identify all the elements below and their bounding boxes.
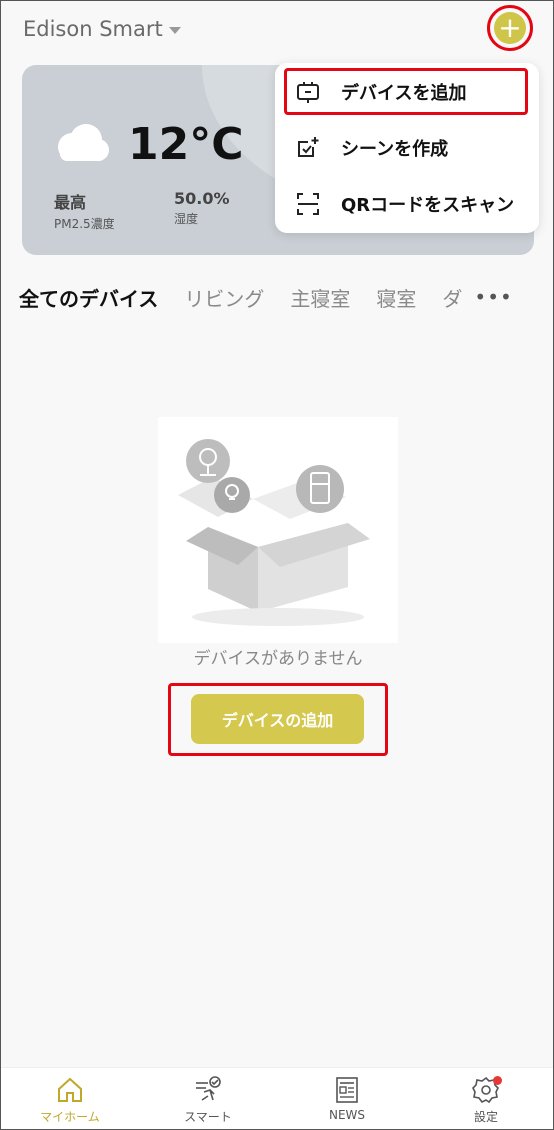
tab-master-bedroom[interactable]: 主寝室 [290, 283, 350, 312]
home-selector[interactable]: Edison Smart [23, 15, 181, 43]
cloud-icon [58, 124, 109, 161]
temperature: 12°C [128, 119, 244, 170]
news-icon [336, 1077, 358, 1103]
create-scene-icon [298, 137, 319, 157]
menu-item-scan-qr[interactable]: QRコードをスキャン [275, 176, 539, 232]
menu-item-create-scene[interactable]: シーンを作成 [275, 120, 539, 176]
menu-item-label: デバイスを追加 [341, 83, 467, 104]
menu-item-label: シーンを作成 [341, 139, 449, 160]
tab-all-devices[interactable]: 全てのデバイス [19, 283, 158, 312]
plus-circle-icon[interactable]: + [494, 12, 526, 44]
nav-home[interactable]: マイホーム [15, 1074, 125, 1129]
add-device-button[interactable]: デバイスの追加 [191, 694, 364, 744]
menu-item-label: QRコードをスキャン [341, 195, 515, 216]
weather-stat-pm25: 最高 PM2.5濃度 [54, 189, 115, 232]
qr-scan-icon [297, 193, 319, 215]
tab-partial[interactable]: ダ [442, 283, 462, 312]
empty-box-illustration [158, 417, 398, 643]
stat-value: 50.0% [174, 189, 230, 208]
tab-bedroom[interactable]: 寝室 [376, 283, 416, 312]
menu-item-add-device[interactable]: デバイスを追加 [275, 64, 539, 120]
bottom-nav: マイホーム スマート NEWS 設定 [1, 1067, 553, 1129]
app-screen: Edison Smart + 12°C 最高 PM2.5濃度 50.0% 湿度 [0, 0, 554, 1130]
stat-label: 湿度 [174, 212, 199, 226]
smart-icon [196, 1076, 221, 1101]
nav-label: スマート [184, 1110, 232, 1124]
add-button-highlight: + [487, 5, 533, 51]
nav-settings[interactable]: 設定 [431, 1074, 541, 1129]
nav-label: マイホーム [40, 1110, 100, 1124]
nav-label: NEWS [328, 1108, 366, 1122]
tab-living[interactable]: リビング [184, 283, 264, 312]
weather-stat-humidity: 50.0% 湿度 [174, 189, 230, 227]
add-menu-popup: デバイスを追加 シーンを作成 QRコードをスキャン [275, 63, 539, 233]
nav-smart[interactable]: スマート [153, 1074, 263, 1129]
nav-news[interactable]: NEWS [292, 1074, 402, 1129]
stat-label: PM2.5濃度 [54, 217, 115, 231]
home-icon [58, 1077, 82, 1102]
home-name: Edison Smart [23, 17, 163, 41]
caret-down-icon [168, 26, 181, 34]
empty-state-message: デバイスがありません [193, 649, 363, 669]
stat-value: 最高 [54, 193, 87, 212]
room-tabs: 全てのデバイス リビング 主寝室 寝室 ダ ••• [19, 281, 539, 313]
notification-dot [493, 1076, 502, 1085]
add-device-icon [297, 82, 319, 103]
nav-label: 設定 [473, 1110, 498, 1124]
more-tabs-icon[interactable]: ••• [474, 285, 512, 309]
